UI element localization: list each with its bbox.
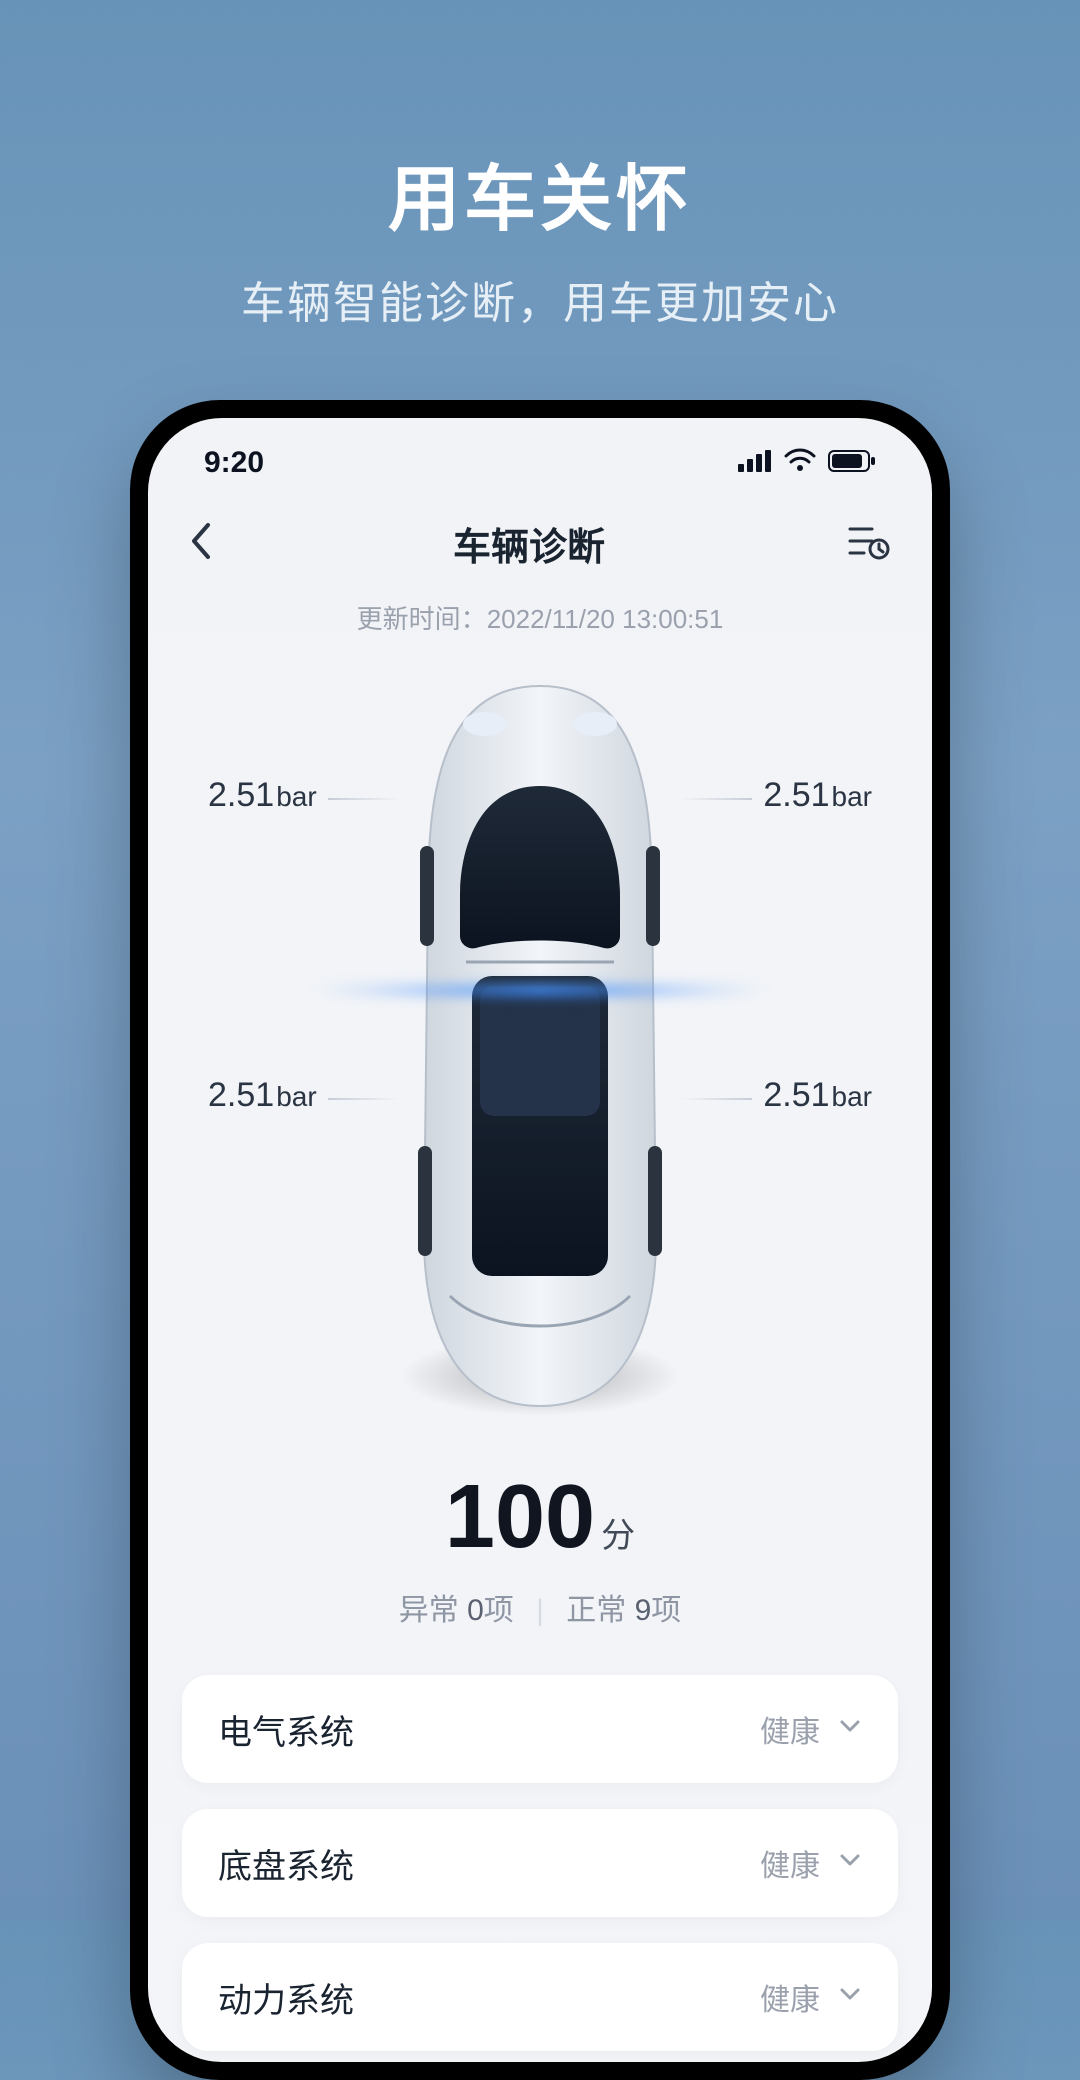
tire-pressure-fl: 2.51bar [208,776,317,815]
hero-subtitle: 车辆智能诊断，用车更加安心 [0,267,1080,331]
system-row-electrical[interactable]: 电气系统 健康 [182,1675,898,1783]
score-suffix: 分 [601,1517,635,1555]
system-status: 健康 [760,1707,820,1751]
system-status: 健康 [760,1975,820,2019]
battery-icon [828,446,876,480]
back-button[interactable] [190,523,212,564]
nav-bar: 车辆诊断 [148,488,932,581]
phone-screen: 9:20 车辆诊断 更新时间：2022 [148,418,932,2062]
signal-icon [738,446,772,480]
hero-title: 用车关怀 [0,140,1080,245]
hero: 用车关怀 车辆智能诊断，用车更加安心 [0,0,1080,331]
update-label: 更新时间： [357,604,487,634]
chevron-down-icon [838,1846,862,1880]
system-list: 电气系统 健康 底盘系统 健康 动力系统 健康 [182,1675,898,2051]
tire-pressure-rr: 2.51bar [763,1076,872,1115]
system-name: 底盘系统 [218,1839,354,1888]
page-title: 车辆诊断 [453,516,605,571]
score-value: 100 [445,1466,595,1569]
chevron-down-icon [838,1712,862,1746]
scan-line [310,986,770,996]
history-button[interactable] [846,519,890,568]
system-row-chassis[interactable]: 底盘系统 健康 [182,1809,898,1917]
car-diagram: 2.51bar 2.51bar 2.51bar 2.51bar [148,676,932,1436]
car-top-icon [380,676,700,1436]
system-name: 动力系统 [218,1973,354,2022]
chevron-down-icon [838,1980,862,2014]
system-name: 电气系统 [218,1705,354,1754]
health-score: 100分 [148,1466,932,1569]
status-time: 9:20 [204,446,264,480]
status-icons [738,446,876,480]
issue-counts: 异常 0项 | 正常 9项 [148,1585,932,1629]
tire-pressure-rl: 2.51bar [208,1076,317,1115]
system-row-power[interactable]: 动力系统 健康 [182,1943,898,2051]
status-bar: 9:20 [148,418,932,488]
system-status: 健康 [760,1841,820,1885]
phone-frame: 9:20 车辆诊断 更新时间：2022 [130,400,950,2080]
wifi-icon [784,446,816,480]
update-time: 更新时间：2022/11/20 13:00:51 [148,599,932,636]
update-value: 2022/11/20 13:00:51 [487,604,724,634]
tire-pressure-fr: 2.51bar [763,776,872,815]
